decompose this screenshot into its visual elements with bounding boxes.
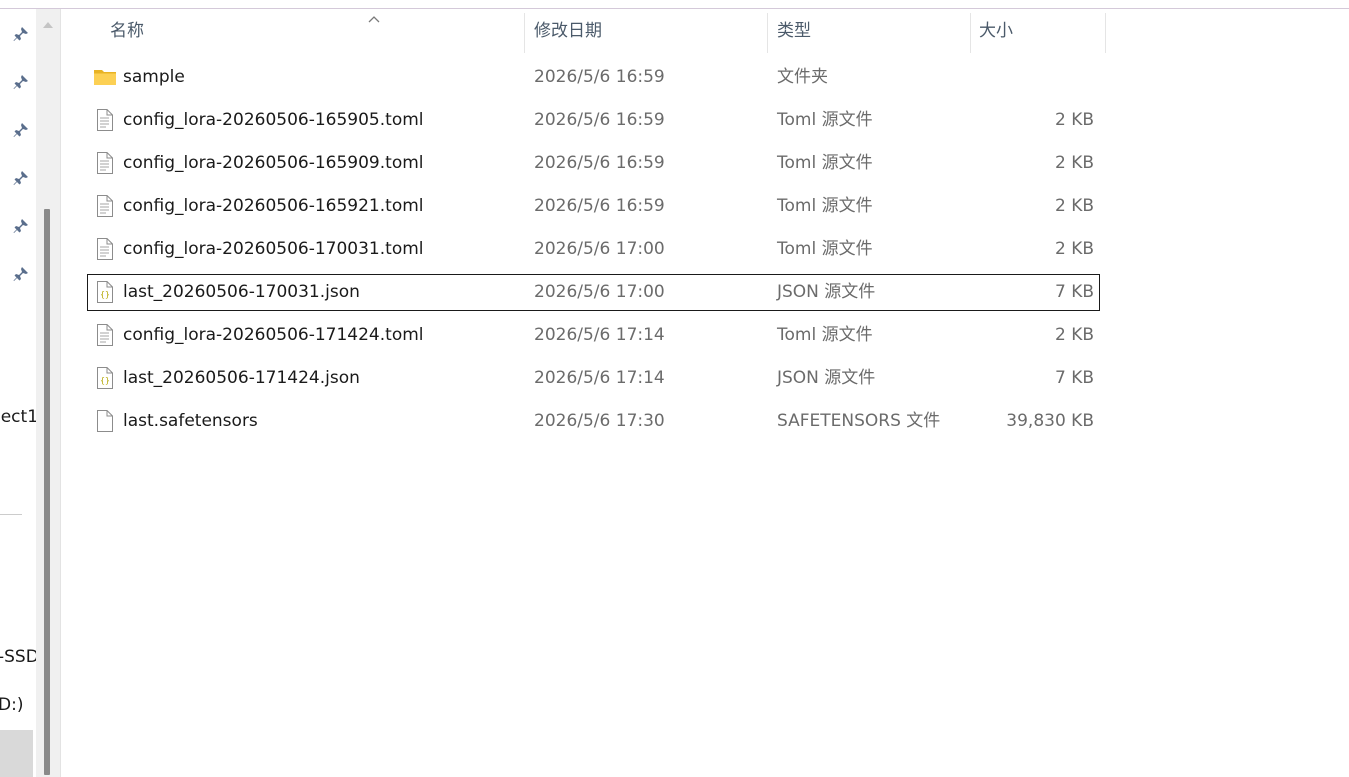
file-size: 7 KB xyxy=(1054,368,1094,388)
file-date: 2026/5/6 16:59 xyxy=(534,196,665,216)
file-size xyxy=(948,60,1094,95)
file-row-sample[interactable]: sample 2026/5/6 16:59 文件夹 xyxy=(88,60,1099,95)
pin-icon[interactable] xyxy=(12,265,30,283)
pin-icon[interactable] xyxy=(12,217,30,235)
file-date: 2026/5/6 16:59 xyxy=(534,67,665,87)
column-divider[interactable] xyxy=(767,13,768,53)
file-name: config_lora-20260506-165921.toml xyxy=(123,196,424,216)
nav-item-ssd-drive[interactable]: -SSD xyxy=(0,647,36,667)
text-file-icon xyxy=(93,194,117,218)
svg-text:{}: {} xyxy=(100,376,110,385)
file-name: sample xyxy=(123,67,185,87)
file-type: Toml 源文件 xyxy=(777,239,873,259)
file-size: 2 KB xyxy=(1054,110,1094,130)
text-file-icon xyxy=(93,237,117,261)
file-date: 2026/5/6 17:00 xyxy=(534,282,665,302)
json-file-icon: {} xyxy=(93,366,117,390)
file-name: last_20260506-171424.json xyxy=(123,368,360,388)
file-type: JSON 源文件 xyxy=(777,282,876,302)
nav-item-project[interactable]: ject1 xyxy=(0,407,36,427)
scrollbar-thumb[interactable] xyxy=(44,209,50,775)
file-name: config_lora-20260506-171424.toml xyxy=(123,325,424,345)
file-size: 2 KB xyxy=(1054,153,1094,173)
column-header-date[interactable]: 修改日期 xyxy=(534,9,764,53)
nav-scrollbar[interactable] xyxy=(36,9,60,777)
file-size: 39,830 KB xyxy=(1006,411,1094,431)
text-file-icon xyxy=(93,151,117,175)
svg-text:{}: {} xyxy=(100,290,110,299)
file-row-json[interactable]: {} last_20260506-171424.json 2026/5/6 17… xyxy=(88,361,1099,396)
file-type: Toml 源文件 xyxy=(777,153,873,173)
folder-icon xyxy=(93,65,117,89)
file-size: 2 KB xyxy=(1054,239,1094,259)
nav-item-selected-highlight xyxy=(0,730,33,777)
file-row-json-focused[interactable]: {} last_20260506-170031.json 2026/5/6 17… xyxy=(87,274,1100,311)
column-header-name[interactable]: 名称 xyxy=(110,9,522,53)
file-date: 2026/5/6 17:30 xyxy=(534,411,665,431)
file-row-toml[interactable]: config_lora-20260506-171424.toml 2026/5/… xyxy=(88,318,1099,353)
nav-divider xyxy=(0,514,22,515)
file-type: Toml 源文件 xyxy=(777,196,873,216)
file-size: 2 KB xyxy=(1054,196,1094,216)
file-row-toml[interactable]: config_lora-20260506-165909.toml 2026/5/… xyxy=(88,146,1099,181)
file-size: 2 KB xyxy=(1054,325,1094,345)
file-date: 2026/5/6 17:14 xyxy=(534,325,665,345)
file-date: 2026/5/6 16:59 xyxy=(534,110,665,130)
pin-icon[interactable] xyxy=(12,25,30,43)
file-type: Toml 源文件 xyxy=(777,325,873,345)
column-divider[interactable] xyxy=(524,13,525,53)
file-type: JSON 源文件 xyxy=(777,368,876,388)
file-row-toml[interactable]: config_lora-20260506-165905.toml 2026/5/… xyxy=(88,103,1099,138)
file-name: last.safetensors xyxy=(123,411,258,431)
column-header-row: 名称 修改日期 类型 大小 xyxy=(61,9,1349,53)
pane-divider[interactable] xyxy=(60,9,61,777)
column-divider[interactable] xyxy=(1105,13,1106,53)
file-date: 2026/5/6 17:00 xyxy=(534,239,665,259)
file-row-toml[interactable]: config_lora-20260506-170031.toml 2026/5/… xyxy=(88,232,1099,267)
file-type: SAFETENSORS 文件 xyxy=(777,411,941,431)
file-name: config_lora-20260506-170031.toml xyxy=(123,239,424,259)
nav-item-d-drive[interactable]: D:) xyxy=(0,695,23,715)
column-divider[interactable] xyxy=(970,13,971,53)
text-file-icon xyxy=(93,323,117,347)
pin-icon[interactable] xyxy=(12,169,30,187)
file-name: last_20260506-170031.json xyxy=(123,282,360,302)
file-row-safetensors[interactable]: last.safetensors 2026/5/6 17:30 SAFETENS… xyxy=(88,404,1099,439)
file-name: config_lora-20260506-165905.toml xyxy=(123,110,424,130)
json-file-icon: {} xyxy=(93,280,117,304)
blank-file-icon xyxy=(93,409,117,433)
column-header-type[interactable]: 类型 xyxy=(777,9,967,53)
pin-icon[interactable] xyxy=(12,121,30,139)
file-name: config_lora-20260506-165909.toml xyxy=(123,153,424,173)
navigation-pane: ject1 -SSD D:) xyxy=(0,9,36,777)
scroll-up-arrow-icon[interactable] xyxy=(41,17,55,31)
file-date: 2026/5/6 17:14 xyxy=(534,368,665,388)
file-size: 7 KB xyxy=(1054,282,1094,302)
file-date: 2026/5/6 16:59 xyxy=(534,153,665,173)
file-type: 文件夹 xyxy=(777,67,828,87)
text-file-icon xyxy=(93,108,117,132)
pin-icon[interactable] xyxy=(12,73,30,91)
file-row-toml[interactable]: config_lora-20260506-165921.toml 2026/5/… xyxy=(88,189,1099,224)
column-header-size[interactable]: 大小 xyxy=(979,9,1099,53)
file-type: Toml 源文件 xyxy=(777,110,873,130)
